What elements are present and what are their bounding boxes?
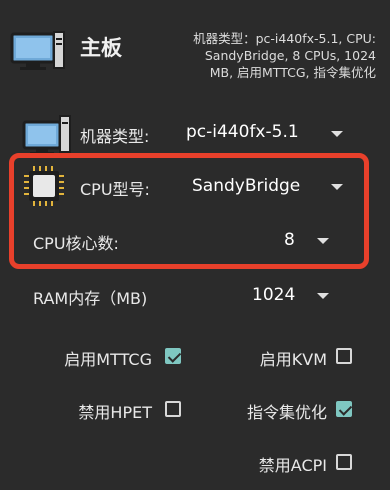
computer-icon — [22, 112, 72, 156]
motherboard-settings-panel: 主板 机器类型：pc-i440fx-5.1, CPU: SandyBridge,… — [0, 0, 390, 490]
disable-hpet-checkbox[interactable] — [165, 401, 181, 417]
disable-hpet-label: 禁用HPET — [78, 403, 152, 422]
instruction-set-optimize-label: 指令集优化 — [246, 403, 327, 422]
page-title: 主板 — [80, 36, 122, 60]
dropdown-arrow-icon — [317, 238, 329, 244]
dropdown-arrow-icon — [331, 184, 343, 190]
machine-type-dropdown[interactable]: pc-i440fx-5.1 — [180, 114, 350, 152]
enable-kvm-checkbox[interactable] — [336, 348, 352, 364]
enable-kvm-option[interactable]: 启用KVM — [230, 342, 360, 370]
chip-icon — [22, 164, 66, 208]
cpu-model-dropdown[interactable]: SandyBridge — [180, 167, 350, 205]
ram-label: RAM内存（MB) — [33, 289, 148, 308]
ram-dropdown[interactable]: 1024 — [245, 276, 345, 314]
computer-icon — [10, 30, 66, 72]
instruction-set-optimize-checkbox[interactable] — [336, 401, 352, 417]
enable-kvm-label: 启用KVM — [259, 350, 327, 369]
disable-acpi-option[interactable]: 禁用ACPI — [220, 448, 360, 476]
cpu-cores-value: 8 — [284, 230, 295, 250]
cpu-model-label: CPU型号: — [80, 180, 150, 199]
instruction-set-optimize-option[interactable]: 指令集优化 — [210, 395, 360, 423]
ram-value: 1024 — [252, 285, 296, 305]
dropdown-arrow-icon — [331, 131, 343, 137]
cpu-cores-dropdown[interactable]: 8 — [275, 221, 345, 259]
enable-mttcg-label: 启用MTTCG — [64, 350, 152, 369]
enable-mttcg-checkbox[interactable] — [165, 348, 181, 364]
cpu-cores-label: CPU核心数: — [33, 234, 119, 253]
disable-acpi-label: 禁用ACPI — [258, 456, 327, 475]
enable-mttcg-option[interactable]: 启用MTTCG — [40, 342, 185, 370]
machine-type-label: 机器类型: — [80, 127, 150, 146]
machine-type-value: pc-i440fx-5.1 — [186, 122, 299, 142]
summary-line: MB, 启用MTTCG, 指令集优化 — [209, 65, 376, 80]
machine-summary: 机器类型：pc-i440fx-5.1, CPU: SandyBridge, 8 … — [150, 30, 376, 81]
summary-line: 机器类型：pc-i440fx-5.1, CPU: — [193, 31, 376, 46]
dropdown-arrow-icon — [317, 293, 329, 299]
disable-acpi-checkbox[interactable] — [336, 454, 352, 470]
cpu-model-value: SandyBridge — [192, 176, 301, 196]
summary-line: SandyBridge, 8 CPUs, 1024 — [204, 48, 376, 63]
disable-hpet-option[interactable]: 禁用HPET — [40, 395, 185, 423]
